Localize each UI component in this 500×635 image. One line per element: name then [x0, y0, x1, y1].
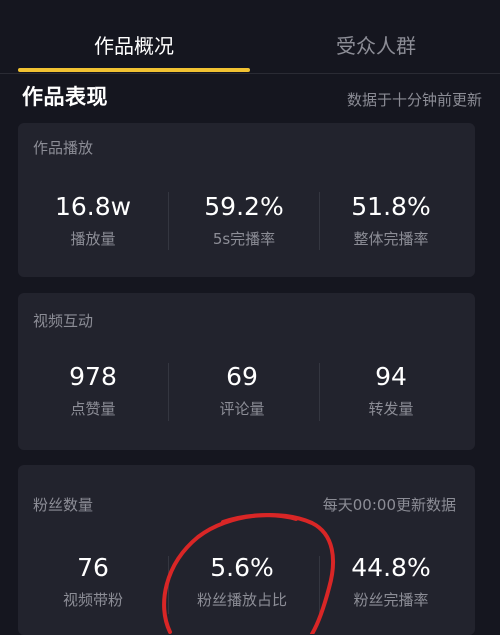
- tab-audience[interactable]: 受众人群: [252, 29, 500, 63]
- tab-works-overview[interactable]: 作品概况: [18, 29, 250, 63]
- share-count-metric: 94 转发量: [316, 361, 466, 419]
- five-second-completion-metric: 59.2% 5s完播率: [169, 191, 319, 249]
- share-count-value: 94: [375, 362, 407, 391]
- fan-count-title: 粉丝数量: [33, 496, 94, 514]
- video-interaction-title: 视频互动: [33, 312, 94, 330]
- works-playback-title: 作品播放: [33, 139, 94, 157]
- overall-completion-label: 整体完播率: [353, 230, 429, 248]
- like-count-metric: 978 点赞量: [18, 361, 168, 419]
- top-tab-bar: 作品概况 受众人群: [0, 0, 500, 74]
- fan-play-share-metric: 5.6% 粉丝播放占比: [167, 552, 317, 610]
- like-count-value: 978: [69, 362, 117, 391]
- fan-completion-value: 44.8%: [351, 553, 431, 582]
- active-tab-indicator: [18, 68, 250, 72]
- play-count-value: 16.8w: [54, 192, 132, 221]
- data-update-note: 数据于十分钟前更新: [346, 91, 482, 109]
- fan-completion-label: 粉丝完播率: [353, 591, 429, 609]
- fan-completion-metric: 44.8% 粉丝完播率: [316, 552, 466, 610]
- works-playback-card: 作品播放 16.8w 播放量 59.2% 5s完播率 51.8% 整体完播率: [18, 123, 475, 277]
- like-count-label: 点赞量: [70, 400, 116, 418]
- video-fan-gain-metric: 76 视频带粉: [18, 552, 168, 610]
- comment-count-value: 69: [226, 362, 258, 391]
- overall-completion-metric: 51.8% 整体完播率: [316, 191, 466, 249]
- video-fan-gain-label: 视频带粉: [62, 591, 123, 609]
- works-performance-title: 作品表现: [22, 85, 108, 109]
- overall-completion-value: 51.8%: [351, 192, 431, 221]
- tab-audience-label: 受众人群: [336, 34, 416, 58]
- comment-count-label: 评论量: [219, 400, 265, 418]
- video-interaction-card: 视频互动 978 点赞量 69 评论量 94 转发量: [18, 293, 475, 450]
- tab-works-overview-label: 作品概况: [94, 34, 174, 58]
- five-second-completion-label: 5s完播率: [212, 230, 276, 248]
- fan-count-card: 粉丝数量 每天00:00更新数据 76 视频带粉 5.6% 粉丝播放占比 44.…: [18, 465, 475, 635]
- play-count-label: 播放量: [70, 230, 116, 248]
- video-fan-gain-value: 76: [77, 553, 109, 582]
- comment-count-metric: 69 评论量: [167, 361, 317, 419]
- fan-play-share-label: 粉丝播放占比: [196, 591, 287, 609]
- five-second-completion-value: 59.2%: [204, 192, 284, 221]
- share-count-label: 转发量: [368, 400, 414, 418]
- fan-play-share-value: 5.6%: [210, 553, 274, 582]
- daily-update-note: 每天00:00更新数据: [322, 496, 456, 514]
- play-count-metric: 16.8w 播放量: [18, 191, 168, 249]
